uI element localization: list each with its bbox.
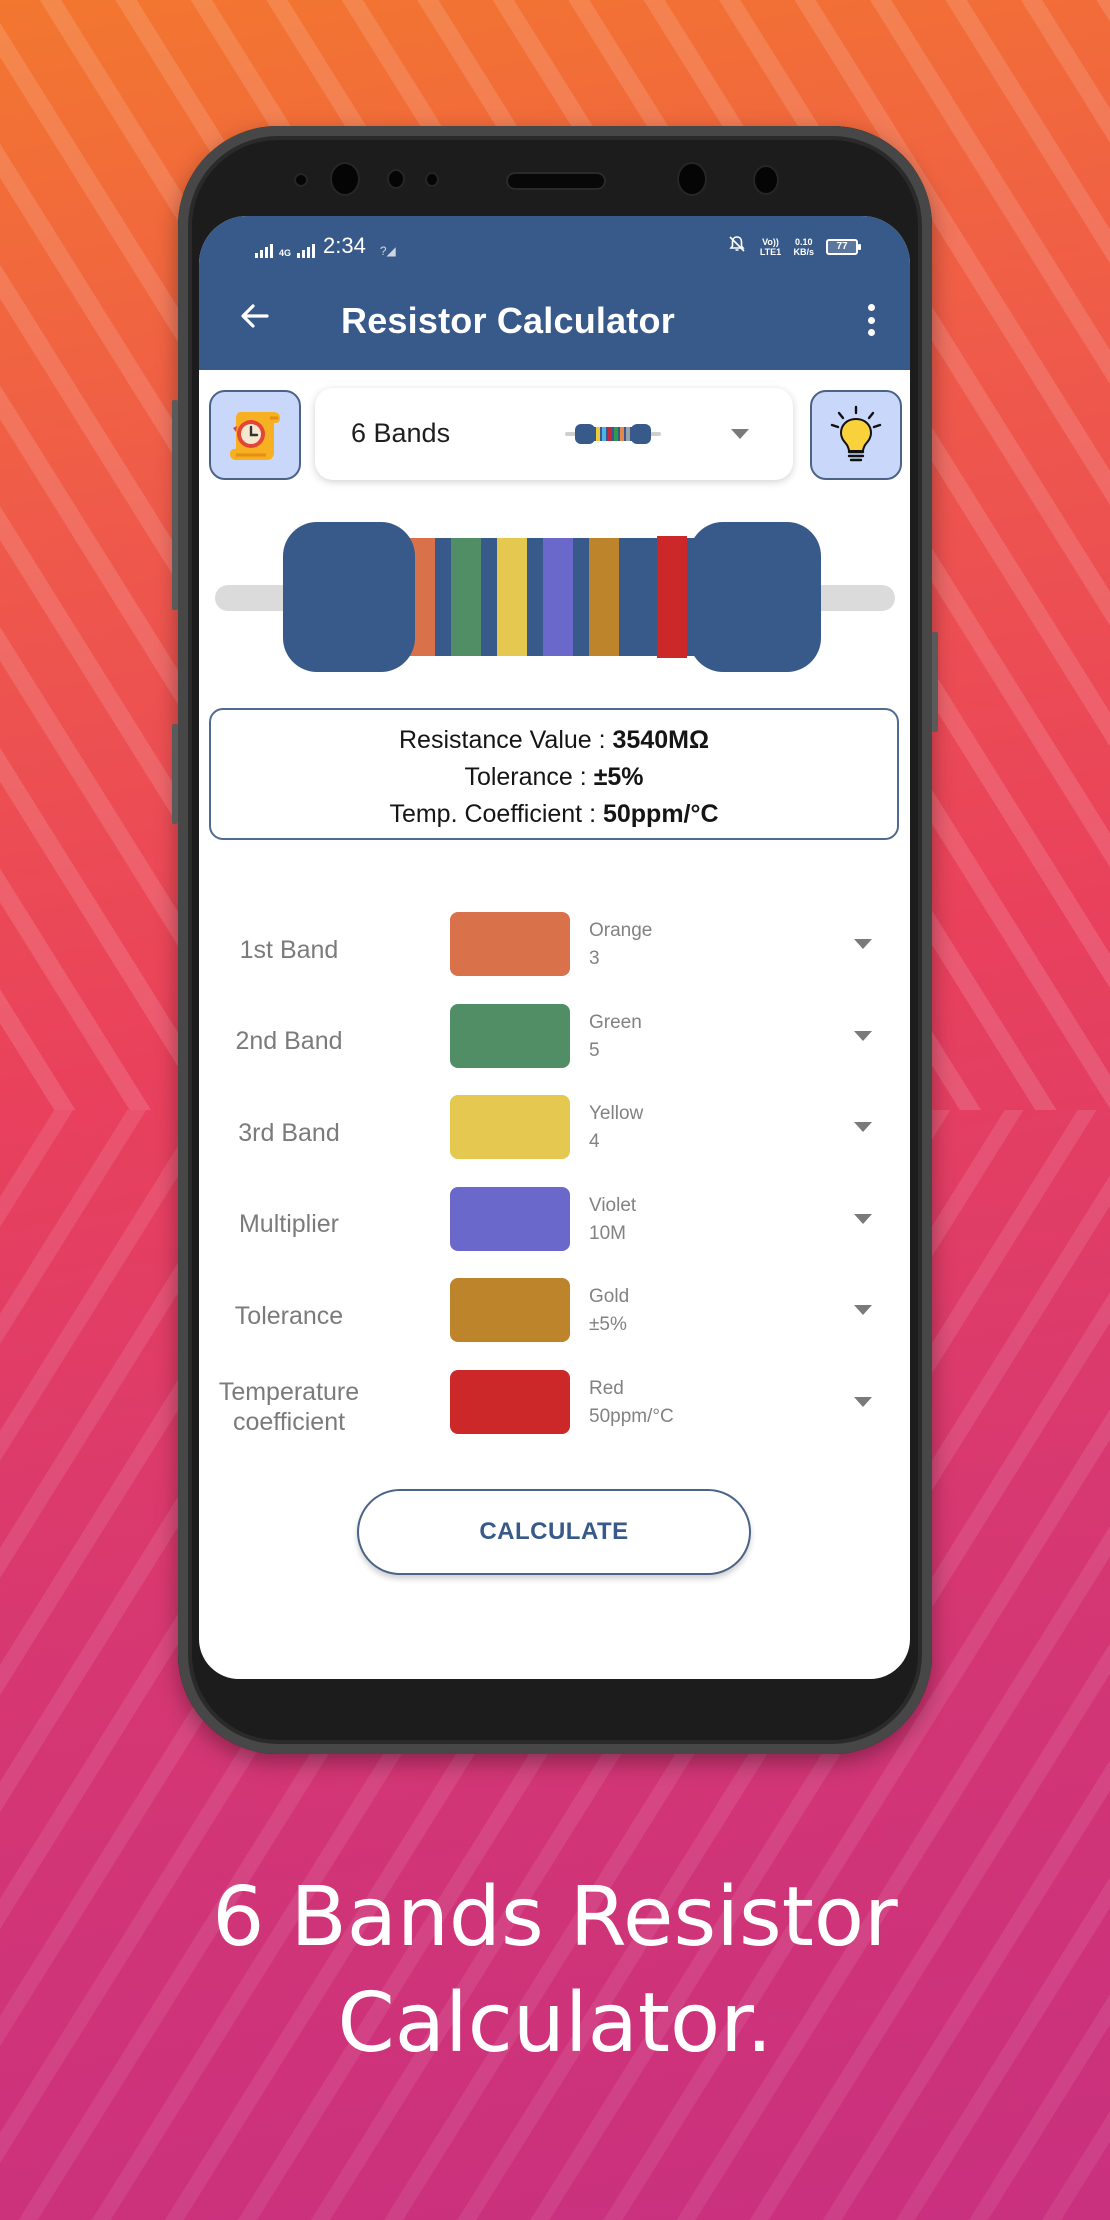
overflow-menu-button[interactable] bbox=[862, 300, 880, 340]
resistor-body bbox=[405, 536, 705, 658]
resistor-band bbox=[657, 536, 687, 658]
phone-sensor bbox=[755, 167, 777, 193]
color-swatch[interactable] bbox=[450, 1186, 570, 1251]
band-color-value: Violet 10M bbox=[589, 1194, 637, 1244]
chevron-down-icon[interactable] bbox=[854, 1305, 872, 1315]
mini-resistor-band bbox=[626, 427, 630, 441]
band-color-value: Gold ±5% bbox=[589, 1286, 630, 1335]
network-speed: 0.10 KB/s bbox=[793, 236, 814, 257]
band-color-value: Orange 3 bbox=[589, 920, 653, 969]
tolerance-result: Tolerance : ±5% bbox=[464, 763, 644, 791]
arrow-left-icon bbox=[241, 304, 269, 328]
back-button[interactable] bbox=[235, 298, 275, 338]
color-swatch[interactable] bbox=[450, 1003, 570, 1068]
signal-icon bbox=[255, 242, 273, 258]
front-camera-icon bbox=[332, 164, 358, 194]
color-swatch[interactable] bbox=[450, 1095, 570, 1159]
network-type: 4G bbox=[279, 248, 292, 258]
phone-side-button bbox=[932, 632, 938, 732]
history-button[interactable] bbox=[209, 390, 301, 480]
band-row-tolerance[interactable]: Tolerance Gold ±5% bbox=[199, 1270, 910, 1362]
chevron-down-icon[interactable] bbox=[854, 1030, 872, 1041]
band-color-value: Green 5 bbox=[589, 1011, 642, 1061]
band-count-value: 6 Bands bbox=[351, 418, 451, 448]
mini-resistor-band bbox=[614, 427, 618, 441]
band-row-2nd[interactable]: 2nd Band Green 5 bbox=[199, 996, 910, 1088]
band-label: 1st Band bbox=[239, 935, 339, 964]
battery-icon: 77 bbox=[826, 238, 861, 255]
phone-sensor bbox=[427, 174, 437, 185]
resistor-band bbox=[543, 538, 573, 656]
resistor-band bbox=[497, 538, 527, 656]
color-swatch[interactable] bbox=[450, 1369, 570, 1434]
phone-sensor bbox=[389, 171, 403, 187]
color-swatch[interactable] bbox=[450, 912, 570, 976]
phone-side-button bbox=[172, 400, 178, 610]
band-row-1st[interactable]: 1st Band Orange 3 bbox=[199, 904, 910, 996]
app-screen: 4G 2:34 ?◢ Vo)) LTE1 0.10 KB/s 77 Resist… bbox=[199, 216, 910, 1679]
mini-resistor-band bbox=[620, 427, 624, 441]
tempco-value: 50ppm/°C bbox=[602, 800, 719, 828]
band-label: 2nd Band bbox=[235, 1027, 343, 1056]
mini-resistor-icon bbox=[565, 424, 661, 444]
color-swatch[interactable] bbox=[450, 1278, 570, 1342]
tolerance-value: ±5% bbox=[593, 763, 644, 791]
resistor-band bbox=[451, 538, 481, 656]
calculate-button[interactable]: CALCULATE bbox=[357, 1489, 751, 1575]
status-time: 2:34 bbox=[323, 233, 366, 258]
resistance-value: 3540MΩ bbox=[612, 726, 710, 754]
band-label: 3rd Band bbox=[238, 1118, 340, 1147]
more-vert-icon bbox=[867, 304, 875, 311]
app-bar: 4G 2:34 ?◢ Vo)) LTE1 0.10 KB/s 77 Resist… bbox=[199, 216, 910, 370]
band-selector-list: 1st Band Orange 3 2nd Band Green 5 3rd Ban… bbox=[199, 904, 910, 1453]
chevron-down-icon[interactable] bbox=[854, 1213, 872, 1224]
status-bar: 4G 2:34 ?◢ Vo)) LTE1 0.10 KB/s 77 bbox=[199, 230, 910, 270]
page-title: Resistor Calculator bbox=[341, 300, 675, 341]
mute-bell-icon bbox=[727, 234, 747, 259]
phone-sensor bbox=[679, 164, 705, 194]
promo-caption: 6 Bands Resistor Calculator. bbox=[0, 1865, 1110, 2077]
caption-line-1: 6 Bands Resistor bbox=[212, 1870, 898, 1965]
tips-button[interactable] bbox=[810, 390, 902, 480]
resistor-end-cap-left bbox=[283, 522, 415, 672]
band-count-dropdown[interactable]: 6 Bands bbox=[315, 388, 793, 480]
phone-earpiece bbox=[508, 174, 604, 188]
resistance-result: Resistance Value : 3540MΩ bbox=[398, 726, 710, 754]
resistor-illustration bbox=[215, 522, 895, 672]
chevron-down-icon[interactable] bbox=[854, 1122, 872, 1132]
band-label: Multiplier bbox=[238, 1210, 340, 1239]
result-card: Resistance Value : 3540MΩ Tolerance : ±5… bbox=[209, 708, 899, 840]
chevron-down-icon[interactable] bbox=[854, 1396, 872, 1407]
band-color-value: Yellow 4 bbox=[589, 1103, 644, 1152]
chevron-down-icon bbox=[731, 429, 749, 439]
caption-line-2: Calculator. bbox=[337, 1976, 773, 2071]
resistor-end-cap-right bbox=[689, 522, 821, 672]
mini-resistor-band bbox=[608, 427, 612, 441]
no-signal-icon: ?◢ bbox=[379, 244, 396, 258]
band-color-value: Red 50ppm/°C bbox=[589, 1377, 674, 1427]
band-row-multiplier[interactable]: Multiplier Violet 10M bbox=[199, 1179, 910, 1271]
phone-side-button bbox=[172, 724, 178, 824]
tempco-result: Temp. Coefficient : 50ppm/°C bbox=[389, 800, 719, 828]
history-scroll-icon bbox=[230, 412, 280, 460]
lightbulb-icon bbox=[830, 405, 882, 462]
mini-resistor-band bbox=[596, 427, 600, 441]
volte-indicator: Vo)) LTE1 bbox=[759, 236, 782, 257]
phone-sensor bbox=[296, 175, 306, 185]
band-label: Tolerance bbox=[234, 1301, 344, 1330]
signal-icon-sim2 bbox=[297, 242, 316, 258]
chevron-down-icon[interactable] bbox=[854, 939, 872, 949]
band-row-3rd[interactable]: 3rd Band Yellow 4 bbox=[199, 1087, 910, 1179]
mini-resistor-band bbox=[602, 427, 606, 441]
resistor-band bbox=[589, 538, 619, 656]
band-row-tempco[interactable]: Temperature coefficient Red 50ppm/°C bbox=[199, 1362, 910, 1454]
band-label: Temperature coefficient bbox=[218, 1378, 360, 1437]
